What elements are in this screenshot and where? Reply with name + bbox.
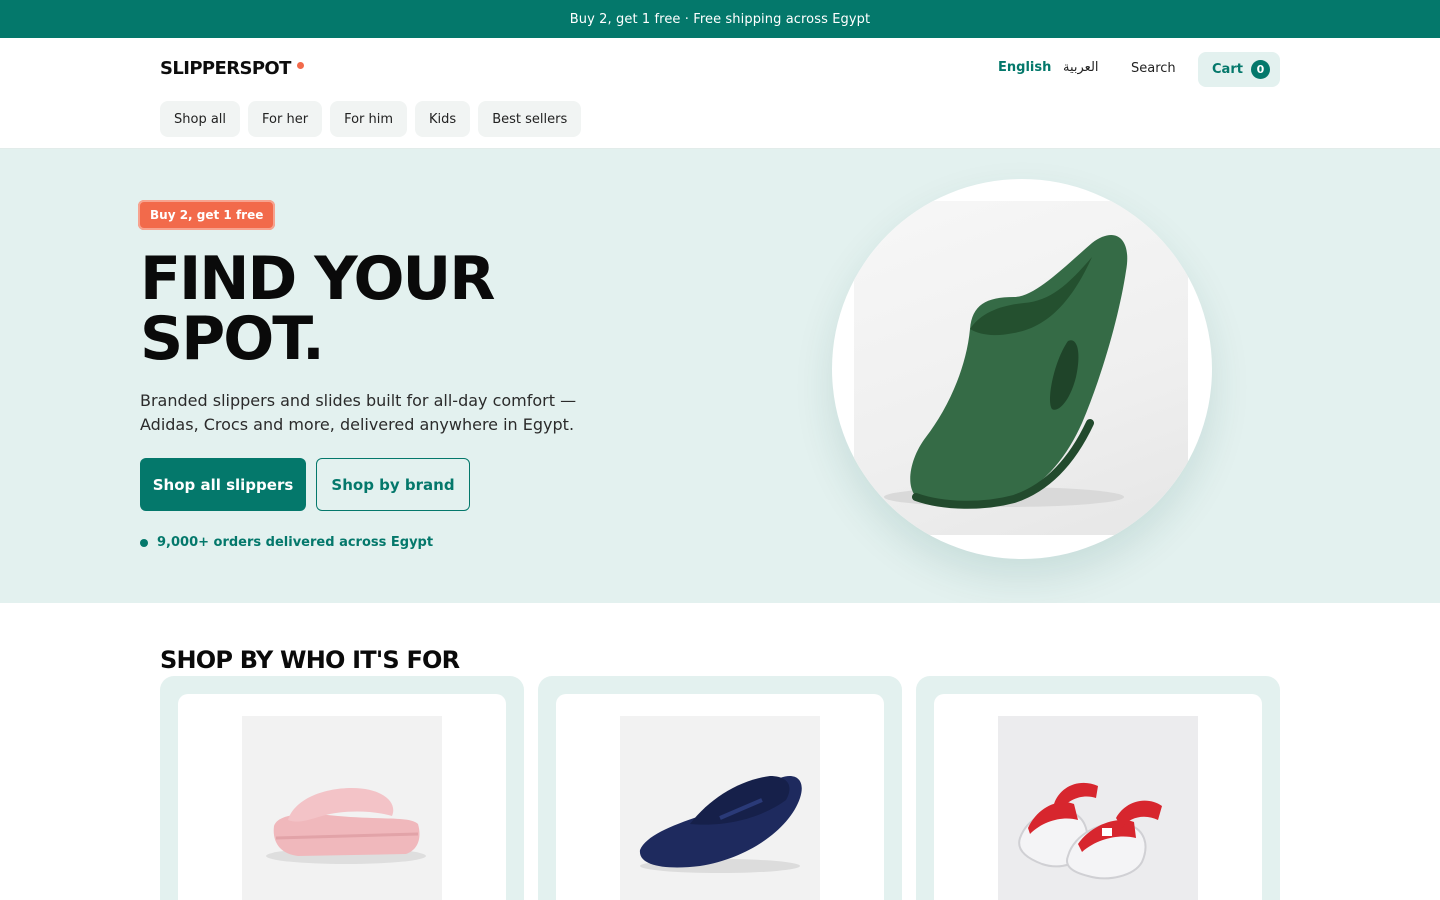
- language-english-link[interactable]: English: [998, 60, 1051, 75]
- navy-slide-icon: [620, 716, 820, 900]
- nav-for-her[interactable]: For her: [248, 101, 323, 137]
- cart-button[interactable]: Cart 0: [1198, 52, 1280, 87]
- cart-count-badge: 0: [1250, 60, 1270, 79]
- category-card-body: [556, 694, 884, 900]
- language-arabic-link[interactable]: العربية: [1063, 60, 1099, 75]
- navy-slide-image: [620, 716, 820, 900]
- logo[interactable]: SLIPPERSPOT: [160, 58, 304, 79]
- kids-sandals-image: [998, 716, 1198, 900]
- trust-indicator: 9,000+ orders delivered across Egypt: [140, 535, 433, 550]
- promo-text: Buy 2, get 1 free · Free shipping across…: [569, 11, 871, 27]
- hero-image-frame: [832, 179, 1212, 559]
- pink-slide-icon: [242, 716, 442, 900]
- promo-bar: Buy 2, get 1 free · Free shipping across…: [0, 0, 1440, 38]
- pink-platform-slide-image: [242, 716, 442, 900]
- hero-subtitle: Branded slippers and slides built for al…: [140, 391, 577, 434]
- cart-label: Cart: [1212, 62, 1243, 77]
- category-card-her[interactable]: [160, 676, 524, 900]
- status-dot-icon: [140, 538, 148, 547]
- shop-by-brand-button[interactable]: Shop by brand: [316, 458, 470, 511]
- category-card-him[interactable]: [538, 676, 902, 900]
- category-card-body: [178, 694, 506, 900]
- category-card-kids[interactable]: [916, 676, 1280, 900]
- logo-dot-icon: [296, 62, 304, 69]
- hero-product-image: [854, 201, 1188, 535]
- nav-for-him[interactable]: For him: [330, 101, 408, 137]
- hero-title: FIND YOUR SPOT.: [140, 249, 660, 369]
- logo-text: SLIPPERSPOT: [160, 58, 291, 79]
- nav-shop-all[interactable]: Shop all: [160, 101, 241, 137]
- hero-section: Buy 2, get 1 free FIND YOUR SPOT. Brande…: [0, 149, 1440, 603]
- promo-badge: Buy 2, get 1 free: [138, 200, 276, 230]
- shop-all-slippers-button[interactable]: Shop all slippers: [140, 458, 306, 511]
- trust-text: 9,000+ orders delivered across Egypt: [157, 535, 434, 550]
- red-kids-sandal-icon: [998, 716, 1198, 900]
- nav-kids[interactable]: Kids: [415, 101, 471, 137]
- section-title: SHOP BY WHO IT'S FOR: [160, 646, 460, 674]
- nav-best-sellers[interactable]: Best sellers: [478, 101, 582, 137]
- search-link[interactable]: Search: [1131, 61, 1176, 76]
- category-card-body: [934, 694, 1262, 900]
- hero-title-line-2: SPOT.: [140, 304, 325, 374]
- category-nav: Shop all For her For him Kids Best selle…: [160, 101, 582, 137]
- site-header: SLIPPERSPOT English العربية Search Cart …: [0, 38, 1440, 149]
- green-clog-icon: [884, 235, 1128, 509]
